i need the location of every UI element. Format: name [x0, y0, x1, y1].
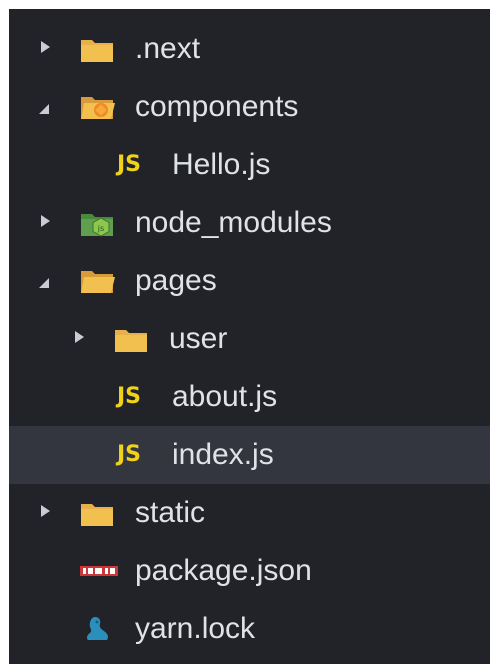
yarn-icon	[81, 614, 117, 644]
tree-item-hello-js[interactable]: JS Hello.js	[9, 136, 490, 194]
tree-item-label: .next	[135, 32, 201, 65]
tree-item-label: user	[169, 322, 228, 355]
tree-item-pages[interactable]: pages	[9, 252, 490, 310]
svg-text:js: js	[97, 224, 104, 233]
tree-item-label: pages	[135, 264, 217, 297]
chevron-down-icon[interactable]	[39, 104, 49, 114]
folder-icon	[79, 498, 115, 528]
tree-item-label: Hello.js	[172, 148, 271, 181]
chevron-right-icon[interactable]	[41, 215, 50, 227]
tree-item-next[interactable]: .next	[9, 20, 490, 78]
js-file-icon: JS	[117, 442, 142, 467]
js-file-icon: JS	[117, 384, 142, 409]
tree-item-static[interactable]: static	[9, 484, 490, 542]
chevron-right-icon[interactable]	[41, 41, 50, 53]
folder-icon	[113, 324, 149, 354]
tree-item-label: index.js	[172, 438, 274, 471]
chevron-right-icon[interactable]	[75, 331, 84, 343]
tree-item-label: package.json	[135, 554, 312, 587]
tree-item-label: about.js	[172, 380, 278, 413]
folder-open-icon	[79, 266, 115, 296]
file-explorer: .next components JS Hello.js js node_mod…	[9, 9, 490, 664]
tree-item-label: static	[135, 496, 206, 529]
folder-icon	[79, 34, 115, 64]
npm-icon	[79, 556, 118, 586]
tree-item-user[interactable]: user	[9, 310, 490, 368]
js-file-icon: JS	[117, 152, 142, 177]
tree-item-yarn-lock[interactable]: yarn.lock	[9, 600, 490, 658]
tree-item-index-js[interactable]: JS index.js	[9, 426, 490, 484]
tree-item-label: components	[135, 90, 299, 123]
tree-item-label: yarn.lock	[135, 612, 256, 645]
chevron-down-icon[interactable]	[39, 278, 49, 288]
tree-item-node-modules[interactable]: js node_modules	[9, 194, 490, 252]
components-folder-icon	[79, 92, 115, 122]
tree-item-label: node_modules	[135, 206, 332, 239]
node-modules-folder-icon: js	[79, 208, 115, 238]
chevron-right-icon[interactable]	[41, 505, 50, 517]
tree-item-about-js[interactable]: JS about.js	[9, 368, 490, 426]
tree-item-package-json[interactable]: package.json	[9, 542, 490, 600]
tree-item-components[interactable]: components	[9, 78, 490, 136]
